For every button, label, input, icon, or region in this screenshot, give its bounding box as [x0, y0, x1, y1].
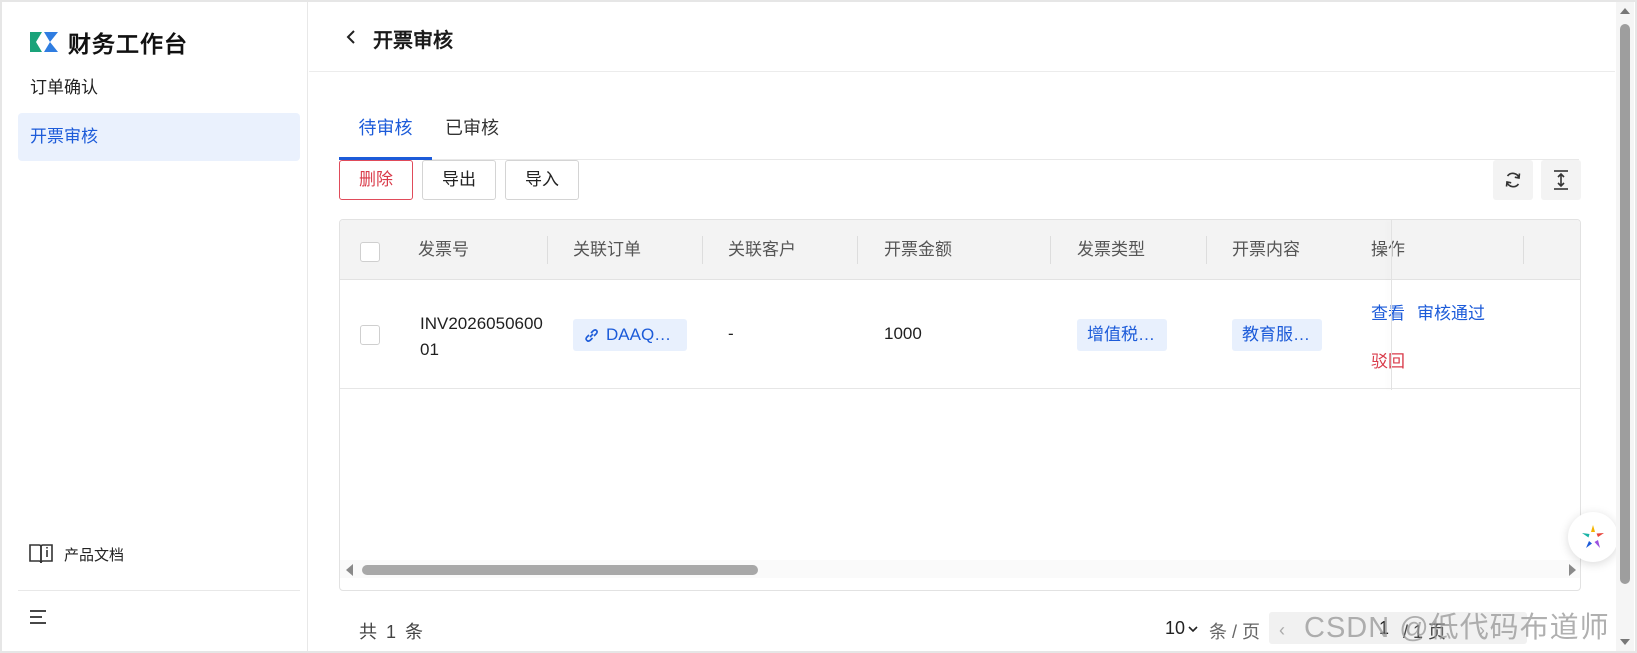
column-divider	[1523, 236, 1524, 264]
brand: 财务工作台	[28, 26, 188, 58]
linked-customer: -	[728, 324, 734, 343]
table-header: 发票号 关联订单 关联客户 开票金额 发票类型 开票内容 操作	[340, 220, 1580, 280]
row-density-button[interactable]	[1541, 160, 1581, 200]
scroll-left-arrow-icon[interactable]	[346, 564, 353, 576]
export-button[interactable]: 导出	[422, 160, 496, 200]
main-content: 开票审核 待审核 已审核 删除 导出 导入 发票号 关联订单 关联客户 开票金额…	[309, 2, 1615, 651]
column-header-invoice-type: 发票类型	[1077, 240, 1145, 259]
page-header: 开票审核	[309, 2, 1615, 72]
vertical-scrollbar[interactable]	[1616, 2, 1634, 651]
fixed-column-shadow	[1391, 220, 1392, 390]
assistant-logo-icon	[1582, 525, 1604, 548]
page-size-value: 10	[1165, 618, 1186, 638]
sidebar-item-order-confirm[interactable]: 订单确认	[18, 64, 300, 112]
menu-collapse-icon[interactable]	[28, 608, 50, 626]
reject-link[interactable]: 驳回	[1371, 347, 1405, 372]
delete-button[interactable]: 删除	[339, 160, 413, 200]
column-header-amount: 开票金额	[884, 240, 952, 259]
linked-order-text: DAAQ…	[606, 325, 672, 344]
linked-order-tag[interactable]: DAAQ…	[573, 319, 687, 351]
tab-pending[interactable]: 待审核	[339, 106, 432, 160]
brand-logo-icon	[30, 32, 58, 52]
sidebar-item-invoice-review[interactable]: 开票审核	[18, 113, 300, 161]
book-icon	[29, 544, 53, 564]
page-size-unit: 条 / 页	[1209, 622, 1261, 642]
column-divider	[702, 236, 703, 264]
scroll-right-arrow-icon[interactable]	[1569, 564, 1576, 576]
column-header-invoice-no: 发票号	[418, 240, 469, 259]
product-docs-label: 产品文档	[64, 546, 125, 564]
sidebar-item-label: 开票审核	[30, 127, 98, 146]
link-icon	[585, 328, 598, 342]
column-header-customer: 关联客户	[728, 240, 796, 259]
column-divider	[857, 236, 858, 264]
row-height-icon	[1554, 170, 1568, 190]
sidebar-divider	[18, 590, 300, 591]
scroll-down-arrow-icon[interactable]	[1620, 639, 1630, 645]
view-link[interactable]: 查看	[1371, 299, 1405, 324]
chevron-down-icon	[1188, 625, 1198, 632]
column-header-content: 开票内容	[1232, 240, 1300, 259]
column-header-actions: 操作	[1371, 240, 1405, 259]
horizontal-scroll-thumb[interactable]	[362, 565, 758, 575]
invoice-number: INV202605060001	[420, 314, 543, 359]
total-count: 共 1 条	[359, 622, 426, 642]
back-chevron-icon[interactable]	[341, 26, 361, 48]
ai-assistant-button[interactable]	[1568, 512, 1618, 562]
refresh-icon	[1505, 172, 1521, 188]
approve-link[interactable]: 审核通过	[1417, 299, 1485, 324]
invoice-amount: 1000	[884, 324, 922, 343]
column-divider	[1050, 236, 1051, 264]
tab-label: 待审核	[358, 118, 413, 138]
column-divider	[1206, 236, 1207, 264]
app-title: 财务工作台	[68, 31, 188, 57]
table-row: INV202605060001 DAAQ… - 1000 增值税… 教育服… 查…	[340, 281, 1580, 389]
sidebar-item-label: 订单确认	[30, 78, 98, 97]
page-title: 开票审核	[373, 30, 453, 52]
import-button[interactable]: 导入	[505, 160, 579, 200]
tab-reviewed[interactable]: 已审核	[434, 106, 510, 160]
select-all-checkbox[interactable]	[360, 242, 380, 262]
invoice-table: 发票号 关联订单 关联客户 开票金额 发票类型 开票内容 操作 INV20260…	[339, 219, 1581, 591]
invoice-content-tag: 教育服…	[1232, 319, 1322, 351]
tab-label: 已审核	[445, 118, 499, 138]
sidebar: 财务工作台 订单确认 开票审核 产品文档	[2, 2, 308, 651]
row-checkbox[interactable]	[360, 325, 380, 345]
invoice-type-tag: 增值税…	[1077, 319, 1167, 351]
product-docs-link[interactable]: 产品文档	[28, 542, 124, 566]
vertical-scroll-thumb[interactable]	[1620, 24, 1630, 584]
prev-page-icon[interactable]: ‹	[1279, 620, 1285, 641]
horizontal-scrollbar[interactable]	[340, 560, 1580, 578]
page-size-select[interactable]: 10	[1165, 618, 1199, 639]
scroll-up-arrow-icon[interactable]	[1620, 8, 1630, 14]
column-header-order: 关联订单	[573, 240, 641, 259]
column-divider	[547, 236, 548, 264]
watermark: CSDN @低代码布道师	[1304, 612, 1610, 644]
tab-bar: 待审核 已审核	[339, 106, 1579, 160]
refresh-button[interactable]	[1493, 160, 1533, 200]
